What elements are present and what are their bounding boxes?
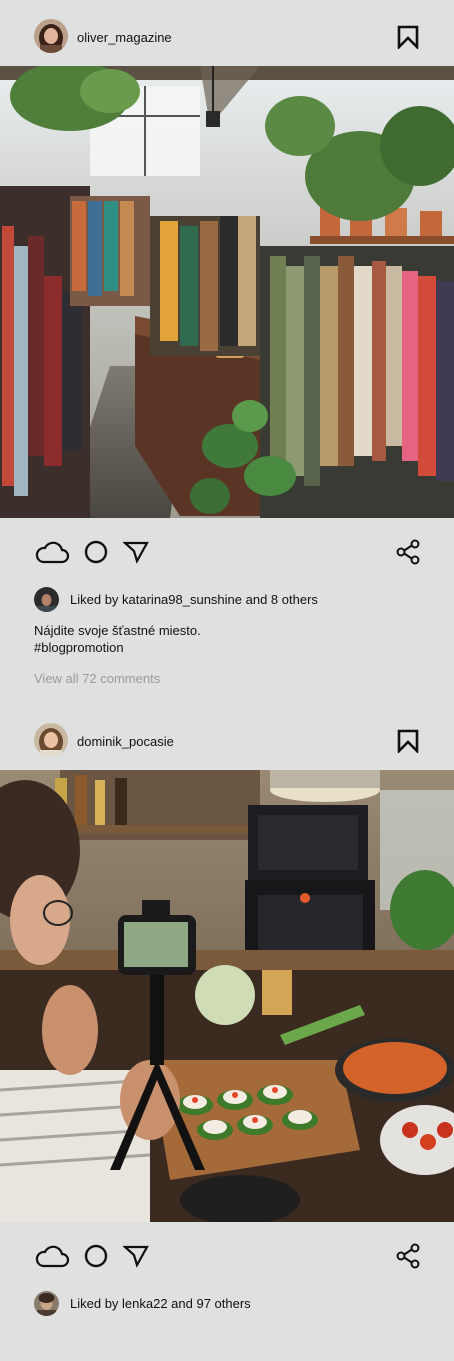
bookmark-icon[interactable] — [397, 25, 419, 49]
cloud-icon[interactable] — [34, 540, 70, 564]
avatar[interactable] — [34, 723, 68, 757]
post-header: dominik_pocasie — [0, 708, 454, 774]
circle-icon[interactable] — [84, 540, 108, 564]
share-icon[interactable] — [396, 1243, 420, 1269]
likes-summary[interactable]: Liked by katarina98_sunshine and 8 other… — [70, 592, 318, 608]
post-username[interactable]: oliver_magazine — [77, 30, 172, 46]
post-photo[interactable] — [0, 66, 454, 518]
caption-text: Nájdite svoje šťastné miesto. — [34, 623, 201, 638]
liker-avatar[interactable] — [34, 1291, 59, 1316]
post-caption: Nájdite svoje šťastné miesto. #blogpromo… — [34, 622, 201, 656]
send-icon[interactable] — [123, 1244, 149, 1268]
cloud-icon[interactable] — [34, 1244, 70, 1268]
caption-hashtag[interactable]: #blogpromotion — [34, 639, 201, 656]
post-header: oliver_magazine — [0, 4, 454, 70]
post-photo[interactable] — [0, 770, 454, 1222]
circle-icon[interactable] — [84, 1244, 108, 1268]
view-comments-link[interactable]: View all 72 comments — [34, 671, 160, 687]
bookmark-icon[interactable] — [397, 729, 419, 753]
liker-avatar[interactable] — [34, 587, 59, 612]
share-icon[interactable] — [396, 539, 420, 565]
send-icon[interactable] — [123, 540, 149, 564]
likes-summary[interactable]: Liked by lenka22 and 97 others — [70, 1296, 251, 1312]
post-username[interactable]: dominik_pocasie — [77, 734, 174, 750]
avatar[interactable] — [34, 19, 68, 53]
